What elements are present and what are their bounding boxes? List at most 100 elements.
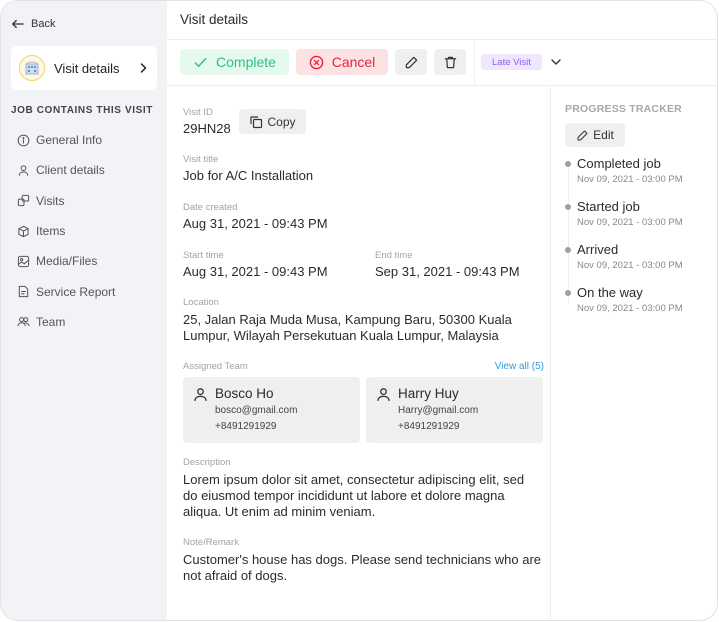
step-time: Nov 09, 2021 - 03:00 PM — [577, 174, 683, 185]
step-dot-icon — [565, 204, 571, 210]
sidebar-item-team[interactable]: Team — [17, 307, 115, 337]
sidebar-item-media-files[interactable]: Media/Files — [17, 246, 115, 276]
end-time-label: End time — [375, 250, 413, 261]
visit-details-panel: Visit ID 29HN28 Copy Visit title Job for… — [167, 87, 550, 620]
complete-button[interactable]: Complete — [180, 49, 289, 75]
progress-edit-button[interactable]: Edit — [565, 123, 625, 147]
step-dot-icon — [565, 161, 571, 167]
team-member-name: Harry Huy — [398, 386, 459, 401]
cancel-label: Cancel — [331, 54, 376, 70]
step-time: Nov 09, 2021 - 03:00 PM — [577, 260, 683, 271]
team-member-card[interactable]: Harry Huy Harry@gmail.com +8491291929 — [366, 377, 543, 443]
current-visit-card[interactable]: Visit details — [11, 46, 157, 90]
action-toolbar: Complete Cancel Late Visit — [167, 40, 717, 86]
date-created-value: Aug 31, 2021 - 09:43 PM — [183, 216, 328, 231]
assigned-team-label: Assigned Team — [183, 361, 248, 372]
progress-tracker: PROGRESS TRACKER Edit Completed job Nov … — [550, 87, 717, 620]
trash-icon — [444, 56, 456, 68]
section-title: JOB CONTAINS THIS VISIT — [11, 105, 153, 116]
step-dot-icon — [565, 247, 571, 253]
sidebar-item-label: Media/Files — [36, 254, 98, 269]
sidebar-item-items[interactable]: Items — [17, 216, 115, 246]
end-time-value: Sep 31, 2021 - 09:43 PM — [375, 264, 520, 279]
step-name: On the way — [577, 285, 643, 300]
visit-id-label: Visit ID — [183, 107, 213, 118]
sidebar-item-service-report[interactable]: Service Report — [17, 276, 115, 306]
cancel-button[interactable]: Cancel — [296, 49, 388, 75]
timeline-line — [568, 163, 569, 303]
toolbar-divider — [474, 40, 475, 86]
description-label: Description — [183, 457, 231, 468]
location-line-1: 25, Jalan Raja Muda Musa, Kampung Baru, … — [183, 312, 512, 327]
sidebar-item-label: General Info — [36, 133, 103, 148]
visit-title-label: Visit title — [183, 154, 219, 165]
description-line: do eiusmod tempor incididunt ut labore e… — [183, 488, 505, 503]
sidebar-item-visits[interactable]: Visits — [17, 186, 115, 216]
start-time-value: Aug 31, 2021 - 09:43 PM — [183, 264, 328, 279]
location-label: Location — [183, 297, 219, 308]
user-icon — [377, 388, 390, 401]
step-time: Nov 09, 2021 - 03:00 PM — [577, 217, 683, 228]
team-member-phone: +8491291929 — [398, 421, 460, 432]
page-title: Visit details — [180, 12, 249, 27]
chevron-right-icon — [140, 63, 147, 73]
info-icon — [17, 134, 30, 147]
sidebar-item-label: Visits — [36, 193, 65, 208]
back-label: Back — [31, 18, 56, 30]
visits-icon — [17, 195, 30, 207]
job-nav: General Info Client details Visits Items… — [17, 125, 115, 337]
copy-icon — [250, 115, 263, 128]
sidebar: Back Visit details JOB CONTAINS THIS VIS… — [1, 1, 167, 620]
check-icon — [194, 57, 207, 67]
progress-edit-label: Edit — [593, 128, 614, 142]
note-line: Customer's house has dogs. Please send t… — [183, 552, 542, 567]
team-member-name: Bosco Ho — [215, 386, 274, 401]
arrow-left-icon — [12, 19, 24, 29]
box-icon — [18, 225, 29, 237]
chevron-down-icon[interactable] — [550, 56, 562, 68]
date-created-label: Date created — [183, 202, 238, 213]
team-member-phone: +8491291929 — [215, 421, 277, 432]
image-icon — [17, 255, 30, 267]
copy-label: Copy — [267, 114, 296, 129]
close-circle-icon — [309, 55, 323, 69]
step-name: Arrived — [577, 242, 619, 257]
edit-button[interactable] — [395, 49, 427, 75]
team-member-email: bosco@gmail.com — [215, 405, 298, 416]
sidebar-item-label: Items — [36, 224, 66, 239]
copy-button[interactable]: Copy — [239, 109, 306, 134]
team-member-card[interactable]: Bosco Ho bosco@gmail.com +8491291929 — [183, 377, 360, 443]
user-icon — [18, 165, 29, 176]
step-name: Started job — [577, 199, 640, 214]
start-time-label: Start time — [183, 250, 224, 261]
description-line: Lorem ipsum dolor sit amet, consectetur … — [183, 472, 525, 487]
user-icon — [194, 388, 207, 401]
note-label: Note/Remark — [183, 537, 239, 548]
app-window: Back Visit details JOB CONTAINS THIS VIS… — [0, 0, 718, 621]
visit-id-value: 29HN28 — [183, 121, 231, 136]
step-dot-icon — [565, 290, 571, 296]
current-visit-label: Visit details — [54, 60, 120, 76]
sidebar-item-general-info[interactable]: General Info — [17, 125, 115, 155]
status-badge: Late Visit — [481, 54, 542, 70]
report-icon — [18, 286, 29, 298]
sidebar-item-label: Service Report — [36, 284, 116, 299]
pencil-icon — [577, 130, 588, 140]
pencil-icon — [405, 56, 417, 68]
back-link[interactable]: Back — [11, 17, 55, 31]
delete-button[interactable] — [434, 49, 466, 75]
building-avatar-icon — [19, 55, 45, 81]
team-icon — [17, 317, 30, 327]
view-all-team-link[interactable]: View all (5) — [495, 361, 544, 372]
complete-label: Complete — [216, 54, 276, 70]
team-member-email: Harry@gmail.com — [398, 405, 479, 416]
sidebar-item-label: Client details — [36, 163, 105, 178]
visit-title-value: Job for A/C Installation — [183, 168, 314, 183]
location-line-2: Lumpur, Wilayah Persekutuan Kuala Lumpur… — [183, 328, 499, 343]
sidebar-item-label: Team — [36, 314, 66, 329]
sidebar-item-client-details[interactable]: Client details — [17, 155, 115, 185]
page-header: Visit details — [167, 1, 717, 40]
progress-tracker-title: PROGRESS TRACKER — [565, 103, 682, 115]
step-time: Nov 09, 2021 - 03:00 PM — [577, 303, 683, 314]
description-line: aliqua. Ut enim ad minim veniam. — [183, 504, 376, 519]
